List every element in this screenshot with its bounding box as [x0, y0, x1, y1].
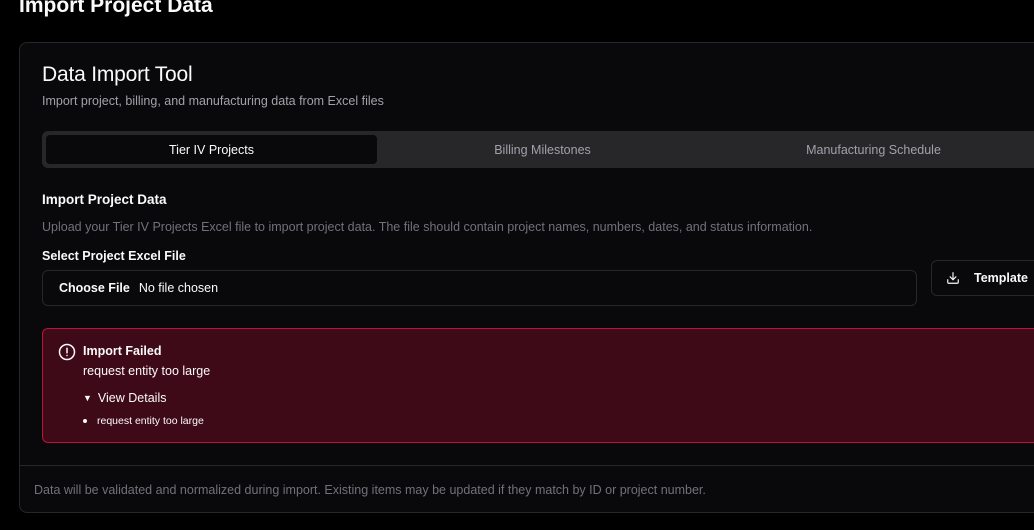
card-subtitle: Import project, billing, and manufacturi…	[42, 94, 384, 108]
caret-down-icon: ▼	[83, 393, 92, 403]
tab-manufacturing-schedule[interactable]: Manufacturing Schedule	[708, 135, 1034, 164]
file-status-text: No file chosen	[138, 281, 219, 295]
view-details-toggle[interactable]: ▼ View Details	[83, 391, 166, 405]
alert-title: Import Failed	[83, 344, 162, 358]
card-title: Data Import Tool	[42, 63, 193, 86]
alert-message: request entity too large	[83, 364, 211, 378]
footer-note: Data will be validated and normalized du…	[34, 483, 706, 497]
import-error-alert: Import Failed request entity too large ▼…	[42, 328, 1034, 443]
download-icon	[947, 272, 959, 284]
card-footer: Data will be validated and normalized du…	[20, 465, 1034, 513]
file-field-label: Select Project Excel File	[42, 249, 186, 263]
import-tabs: Tier IV Projects Billing Milestones Manu…	[42, 131, 1034, 168]
error-detail-item: request entity too large	[83, 415, 204, 427]
bullet-icon	[83, 419, 87, 423]
view-details-label: View Details	[97, 391, 167, 405]
section-description: Upload your Tier IV Projects Excel file …	[42, 220, 813, 234]
import-card: Data Import Tool Import project, billing…	[19, 42, 1034, 513]
tab-tier-iv-projects[interactable]: Tier IV Projects	[46, 135, 377, 164]
tab-billing-milestones[interactable]: Billing Milestones	[377, 135, 708, 164]
project-file-input[interactable]: Choose File No file chosen	[42, 270, 917, 306]
page-title: Import Project Data	[19, 0, 213, 17]
template-download-button[interactable]: Template	[931, 260, 1034, 296]
choose-file-button[interactable]: Choose File	[59, 281, 130, 295]
alert-circle-icon	[58, 343, 76, 361]
template-button-label: Template	[974, 271, 1028, 285]
error-detail-text: request entity too large	[97, 415, 204, 427]
section-title: Import Project Data	[42, 192, 167, 207]
